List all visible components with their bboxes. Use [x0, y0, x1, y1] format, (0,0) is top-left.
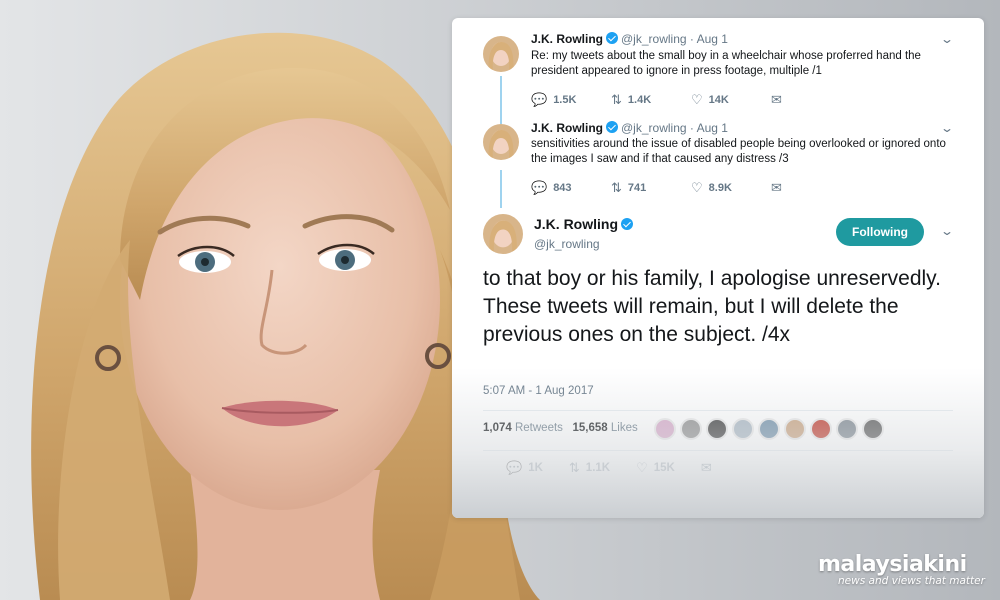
- retweet-count: 1.4K: [627, 94, 652, 106]
- liker-avatar[interactable]: [836, 418, 858, 440]
- liker-avatar[interactable]: [758, 418, 780, 440]
- following-button[interactable]: Following: [836, 218, 924, 246]
- author-name[interactable]: J.K. Rowling: [531, 32, 603, 46]
- tweet-date[interactable]: Aug 1: [697, 32, 728, 46]
- tweet-actions: 💬 843 ⇅ 741 ♡ 8.9K ✉: [531, 180, 802, 196]
- author-name[interactable]: J.K. Rowling: [531, 121, 603, 135]
- liker-avatars: [654, 418, 888, 440]
- liker-avatar[interactable]: [784, 418, 806, 440]
- envelope-icon: ✉: [700, 460, 712, 475]
- envelope-icon: ✉: [771, 180, 782, 195]
- retweet-count: 1.1K: [585, 462, 611, 474]
- envelope-icon: ✉: [771, 92, 782, 107]
- liker-avatar[interactable]: [862, 418, 884, 440]
- avatar[interactable]: [483, 124, 519, 160]
- divider: [483, 410, 953, 411]
- retweet-icon: ⇅: [611, 92, 622, 107]
- main-tweet-text: to that boy or his family, I apologise u…: [483, 267, 941, 346]
- tweet-timestamp[interactable]: 5:07 AM - 1 Aug 2017: [483, 385, 594, 397]
- like-button[interactable]: ♡ 14K: [691, 92, 757, 108]
- retweet-button[interactable]: ⇅ 1.1K: [569, 460, 610, 476]
- reply-button[interactable]: 💬 1K: [506, 460, 543, 476]
- tweet-actions: 💬 1.5K ⇅ 1.4K ♡ 14K ✉: [531, 92, 802, 108]
- verified-badge-icon: [606, 121, 618, 133]
- main-tweet-actions: 💬 1K ⇅ 1.1K ♡ 15K ✉: [506, 460, 744, 476]
- retweet-count: 741: [627, 182, 647, 194]
- liker-avatar[interactable]: [732, 418, 754, 440]
- reply-count: 1.5K: [553, 94, 577, 106]
- like-count: 15K: [653, 462, 675, 474]
- verified-badge-icon: [621, 218, 633, 230]
- reply-icon: 💬: [506, 460, 523, 475]
- retweet-total[interactable]: 1,074: [483, 422, 512, 434]
- author-handle[interactable]: @jk_rowling: [621, 121, 687, 135]
- separator: ·: [689, 32, 694, 46]
- malaysiakini-logo: malaysiakini news and views that matter: [818, 552, 985, 587]
- retweet-button[interactable]: ⇅ 1.4K: [611, 92, 677, 108]
- tweet-text: Re: my tweets about the small boy in a w…: [531, 50, 921, 77]
- tweet-thread-card: J.K. Rowling @jk_rowling · Aug 1 ⌄ Re: my…: [452, 18, 984, 518]
- reply-count: 843: [553, 182, 572, 194]
- tweet-text: sensitivities around the issue of disabl…: [531, 138, 946, 165]
- reply-button[interactable]: 💬 843: [531, 180, 597, 196]
- chevron-down-icon[interactable]: ⌄: [940, 224, 954, 238]
- retweet-button[interactable]: ⇅ 741: [611, 180, 677, 196]
- heart-icon: ♡: [691, 180, 703, 195]
- logo-tagline: news and views that matter: [838, 575, 985, 587]
- like-count: 14K: [708, 94, 729, 106]
- heart-icon: ♡: [691, 92, 703, 107]
- separator: ·: [689, 121, 694, 135]
- tweet-date[interactable]: Aug 1: [697, 121, 728, 135]
- thread-connector: [500, 76, 502, 124]
- main-author-name: J.K. Rowling: [534, 216, 636, 232]
- author-handle[interactable]: @jk_rowling: [534, 237, 600, 251]
- divider: [483, 450, 953, 451]
- author-handle[interactable]: @jk_rowling: [621, 32, 687, 46]
- chevron-down-icon[interactable]: ⌄: [940, 32, 954, 46]
- engagement-stats: 1,074 Retweets 15,658 Likes: [483, 422, 638, 434]
- message-button[interactable]: ✉: [771, 92, 788, 108]
- author-name[interactable]: J.K. Rowling: [534, 216, 618, 232]
- logo-name: malaysiakini: [818, 552, 967, 577]
- retweet-total-label[interactable]: Retweets: [515, 422, 563, 434]
- retweet-icon: ⇅: [568, 460, 580, 475]
- chevron-down-icon[interactable]: ⌄: [940, 121, 954, 135]
- verified-badge-icon: [606, 32, 618, 44]
- like-count: 8.9K: [708, 182, 732, 194]
- reply-icon: 💬: [531, 180, 548, 195]
- heart-icon: ♡: [636, 460, 648, 475]
- liker-avatar[interactable]: [706, 418, 728, 440]
- like-total[interactable]: 15,658: [573, 422, 608, 434]
- like-total-label[interactable]: Likes: [611, 422, 638, 434]
- message-button[interactable]: ✉: [701, 460, 718, 476]
- reply-button[interactable]: 💬 1.5K: [531, 92, 597, 108]
- liker-avatar[interactable]: [654, 418, 676, 440]
- reply-count: 1K: [528, 462, 543, 474]
- retweet-icon: ⇅: [611, 180, 622, 195]
- message-button[interactable]: ✉: [771, 180, 788, 196]
- liker-avatar[interactable]: [810, 418, 832, 440]
- like-button[interactable]: ♡ 8.9K: [691, 180, 757, 196]
- like-button[interactable]: ♡ 15K: [636, 460, 675, 476]
- avatar[interactable]: [483, 214, 523, 254]
- thread-connector: [500, 170, 502, 208]
- avatar[interactable]: [483, 36, 519, 72]
- reply-icon: 💬: [531, 92, 548, 107]
- liker-avatar[interactable]: [680, 418, 702, 440]
